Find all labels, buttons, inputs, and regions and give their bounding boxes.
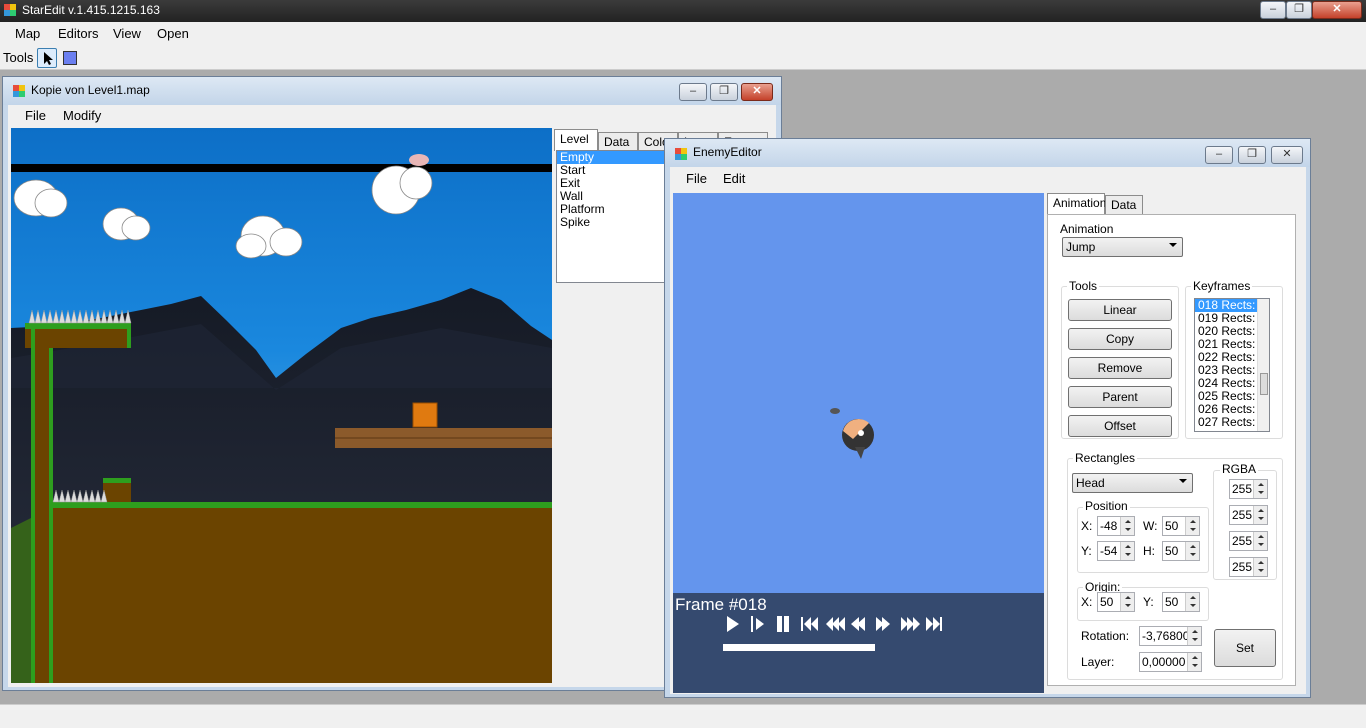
rewind-icon[interactable] xyxy=(851,617,865,631)
layer-label: Layer: xyxy=(1081,655,1115,669)
app-title: StarEdit v.1.415.1215.163 xyxy=(22,3,160,17)
main-menubar: Map Editors View Open xyxy=(0,22,1366,46)
animation-tab-panel: Animation Jump Tools Linear Copy Remove … xyxy=(1047,214,1296,686)
enemy-editor-window: EnemyEditor – ❐ ✕ File Edit Frame #018 A… xyxy=(664,138,1311,698)
menu-view[interactable]: View xyxy=(113,26,141,41)
fast-forward-icon[interactable] xyxy=(901,617,920,631)
pointer-tool-button[interactable] xyxy=(37,48,57,68)
enemy-menu-edit[interactable]: Edit xyxy=(723,171,745,186)
width-label: W: xyxy=(1143,519,1158,533)
pos-x-input[interactable]: -48 xyxy=(1097,516,1135,536)
scrollbar-thumb[interactable] xyxy=(1260,373,1268,395)
offset-button[interactable]: Offset xyxy=(1068,415,1172,437)
linear-button[interactable]: Linear xyxy=(1068,299,1172,321)
pause-icon[interactable] xyxy=(777,616,789,632)
map-menu-file[interactable]: File xyxy=(25,108,46,123)
enemy-close-button[interactable]: ✕ xyxy=(1271,146,1303,164)
cursor-icon xyxy=(44,52,53,65)
layer-input[interactable]: 0,00000 xyxy=(1139,652,1202,672)
list-item[interactable]: Spike xyxy=(557,216,669,229)
rectangle-dropdown[interactable]: Head xyxy=(1072,473,1193,493)
origin-x-input[interactable]: 50 xyxy=(1097,592,1135,612)
tab-animation[interactable]: Animation xyxy=(1047,193,1106,215)
enemy-window-icon xyxy=(675,148,688,161)
level-canvas[interactable] xyxy=(11,128,552,683)
animation-dropdown[interactable]: Jump xyxy=(1062,237,1183,257)
alpha-input[interactable]: 255 xyxy=(1229,557,1268,577)
tab-data[interactable]: Data xyxy=(1105,195,1143,215)
forward-icon[interactable] xyxy=(876,617,890,631)
map-minimize-button[interactable]: – xyxy=(679,83,707,101)
keyframes-group-label: Keyframes xyxy=(1191,279,1253,293)
keyframes-list[interactable]: 018 Rects: 019 Rects: 020 Rects: 021 Rec… xyxy=(1194,298,1270,432)
animation-canvas[interactable] xyxy=(673,193,1044,593)
rotation-label: Rotation: xyxy=(1081,629,1130,643)
map-window-client: File Modify Level Data Color Empty Start… xyxy=(8,105,776,687)
app-titlebar: StarEdit v.1.415.1215.163 – ❐ ✕ xyxy=(0,0,1366,22)
keyframes-scrollbar[interactable] xyxy=(1257,299,1269,431)
map-window-title: Kopie von Level1.map xyxy=(31,83,150,97)
play-icon[interactable] xyxy=(727,616,739,632)
green-input[interactable]: 255 xyxy=(1229,505,1268,525)
parent-button[interactable]: Parent xyxy=(1068,386,1172,408)
pos-y-label: Y: xyxy=(1081,544,1092,558)
position-group-label: Position xyxy=(1083,499,1130,513)
enemy-window-client: File Edit Frame #018 Animation Data Anim… xyxy=(670,167,1306,694)
origin-y-input[interactable]: 50 xyxy=(1162,592,1200,612)
origin-x-label: X: xyxy=(1081,595,1093,609)
origin-y-label: Y: xyxy=(1143,595,1154,609)
fast-rewind-icon[interactable] xyxy=(826,617,845,631)
enemy-window-title: EnemyEditor xyxy=(693,145,762,159)
skip-end-icon[interactable] xyxy=(926,617,942,631)
map-window-icon xyxy=(13,85,26,98)
map-tab-level[interactable]: Level xyxy=(554,129,598,151)
tools-group-label: Tools xyxy=(1067,279,1100,293)
pos-y-input[interactable]: -54 xyxy=(1097,541,1135,561)
map-window-titlebar: Kopie von Level1.map – ❐ ✕ xyxy=(3,77,781,105)
animation-value: Jump xyxy=(1066,240,1096,254)
enemy-minimize-button[interactable]: – xyxy=(1205,146,1233,164)
enemy-restore-button[interactable]: ❐ xyxy=(1238,146,1266,164)
close-button[interactable]: ✕ xyxy=(1312,1,1362,19)
app-icon xyxy=(4,4,17,17)
copy-button[interactable]: Copy xyxy=(1068,328,1172,350)
timeline-bar[interactable] xyxy=(723,644,875,651)
height-input[interactable]: 50 xyxy=(1162,541,1200,561)
height-label: H: xyxy=(1143,544,1155,558)
rgba-group-label: RGBA xyxy=(1220,462,1259,476)
step-forward-icon[interactable] xyxy=(751,616,764,632)
skip-start-icon[interactable] xyxy=(801,617,818,631)
enemy-window-titlebar: EnemyEditor – ❐ ✕ xyxy=(665,139,1310,167)
rotation-input[interactable]: -3,76800 xyxy=(1139,626,1202,646)
playback-controls xyxy=(727,616,942,632)
set-button[interactable]: Set xyxy=(1214,629,1276,667)
map-tab-data[interactable]: Data xyxy=(598,132,638,152)
rectangle-value: Head xyxy=(1076,476,1105,490)
tools-label: Tools xyxy=(3,50,34,65)
frame-label: Frame #018 xyxy=(675,595,767,614)
tile-type-list[interactable]: Empty Start Exit Wall Platform Spike xyxy=(556,150,670,283)
width-input[interactable]: 50 xyxy=(1162,516,1200,536)
map-menu-modify[interactable]: Modify xyxy=(63,108,101,123)
pos-x-label: X: xyxy=(1081,519,1093,533)
enemy-sprite xyxy=(830,408,874,459)
tools-toolbar: Tools xyxy=(0,46,1366,70)
menu-editors[interactable]: Editors xyxy=(58,26,98,41)
map-restore-button[interactable]: ❐ xyxy=(710,83,738,101)
minimize-button[interactable]: – xyxy=(1260,1,1286,19)
enemy-menu-file[interactable]: File xyxy=(686,171,707,186)
blue-input[interactable]: 255 xyxy=(1229,531,1268,551)
playback-bar: Frame #018 xyxy=(673,593,1044,693)
rectangles-group-label: Rectangles xyxy=(1073,451,1138,465)
rectangle-tool-button[interactable] xyxy=(63,51,77,65)
remove-button[interactable]: Remove xyxy=(1068,357,1172,379)
menu-map[interactable]: Map xyxy=(15,26,40,41)
map-close-button[interactable]: ✕ xyxy=(741,83,773,101)
menu-open[interactable]: Open xyxy=(157,26,189,41)
red-input[interactable]: 255 xyxy=(1229,479,1268,499)
animation-label: Animation xyxy=(1060,222,1114,236)
status-bar xyxy=(0,704,1366,728)
maximize-button[interactable]: ❐ xyxy=(1286,1,1312,19)
